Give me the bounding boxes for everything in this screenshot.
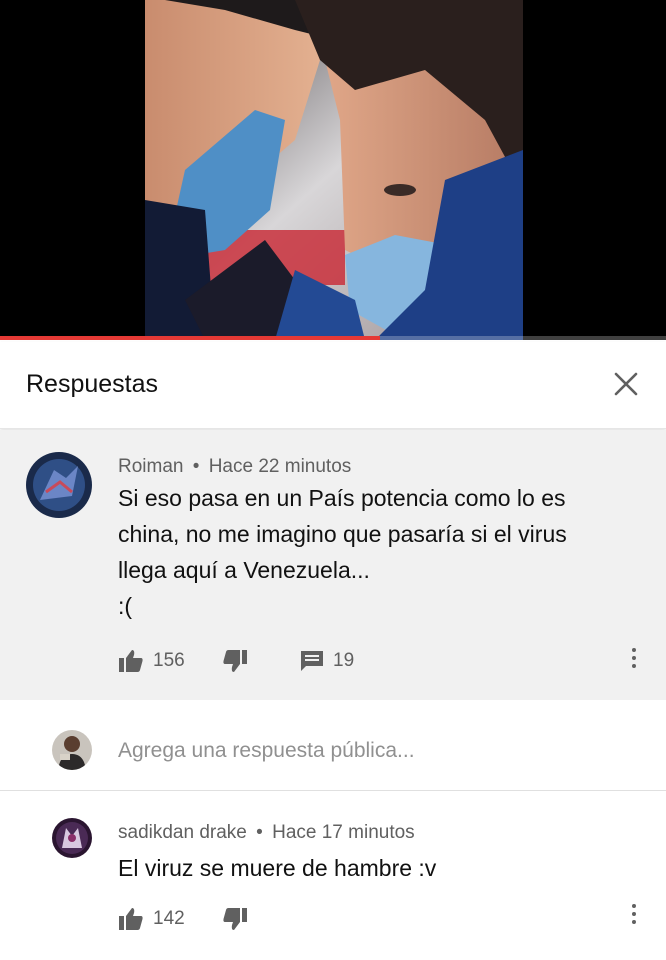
comment-line: El viruz se muere de hambre :v bbox=[118, 855, 437, 881]
comment-line: :( bbox=[118, 593, 133, 619]
comment-author[interactable]: sadikdan drake bbox=[118, 822, 247, 843]
reply-composer bbox=[0, 712, 666, 791]
comment-icon bbox=[301, 651, 323, 671]
comment-actions: 156 19 bbox=[118, 646, 418, 676]
comment-time: Hace 22 minutos bbox=[208, 456, 352, 477]
like-button[interactable]: 156 bbox=[118, 646, 185, 676]
thumbs-down-icon bbox=[223, 650, 247, 672]
avatar bbox=[52, 730, 92, 770]
thumbs-down-icon bbox=[223, 908, 247, 930]
comment-line: Si eso pasa en un País potencia como lo … bbox=[118, 485, 566, 511]
like-button[interactable]: 142 bbox=[118, 904, 185, 934]
like-count: 142 bbox=[153, 908, 185, 929]
replies-header: Respuestas bbox=[0, 342, 666, 429]
meta-separator: • bbox=[256, 822, 263, 843]
comment-meta: Roiman • Hace 22 minutos bbox=[118, 456, 351, 478]
comment-actions: 142 bbox=[118, 904, 318, 934]
meta-separator: • bbox=[192, 456, 200, 477]
comment-author[interactable]: Roiman bbox=[118, 456, 183, 477]
video-progress-bar[interactable] bbox=[0, 336, 666, 340]
avatar[interactable] bbox=[26, 452, 92, 518]
more-options-button[interactable] bbox=[624, 900, 644, 934]
replies-title: Respuestas bbox=[26, 370, 159, 398]
dislike-button[interactable] bbox=[222, 646, 248, 676]
comment-text: Si eso pasa en un País potencia como lo … bbox=[118, 480, 628, 624]
comment-line: llega aquí a Venezuela... bbox=[118, 557, 370, 583]
more-vert-icon bbox=[624, 904, 644, 924]
parent-comment: Roiman • Hace 22 minutos Si eso pasa en … bbox=[0, 430, 666, 700]
more-vert-icon bbox=[624, 648, 644, 668]
reply-comment: sadikdan drake • Hace 17 minutos El viru… bbox=[0, 792, 666, 960]
video-player[interactable] bbox=[0, 0, 666, 340]
video-frame-image bbox=[145, 0, 523, 340]
comment-text: El viruz se muere de hambre :v bbox=[118, 850, 628, 886]
thumbs-up-icon bbox=[119, 908, 143, 930]
comment-time: Hace 17 minutos bbox=[272, 822, 415, 843]
dislike-button[interactable] bbox=[222, 904, 248, 934]
video-progress-fill bbox=[0, 336, 380, 340]
like-count: 156 bbox=[153, 650, 185, 671]
comment-meta: sadikdan drake • Hace 17 minutos bbox=[118, 822, 415, 844]
reply-count-button[interactable]: 19 bbox=[300, 646, 354, 676]
more-options-button[interactable] bbox=[624, 644, 644, 678]
reply-input[interactable] bbox=[116, 734, 620, 768]
comment-line: china, no me imagino que pasaría si el v… bbox=[118, 521, 567, 547]
thumbs-up-icon bbox=[119, 650, 143, 672]
avatar[interactable] bbox=[52, 818, 92, 858]
close-button[interactable] bbox=[612, 370, 640, 398]
close-icon bbox=[614, 372, 638, 396]
reply-count: 19 bbox=[333, 650, 355, 671]
